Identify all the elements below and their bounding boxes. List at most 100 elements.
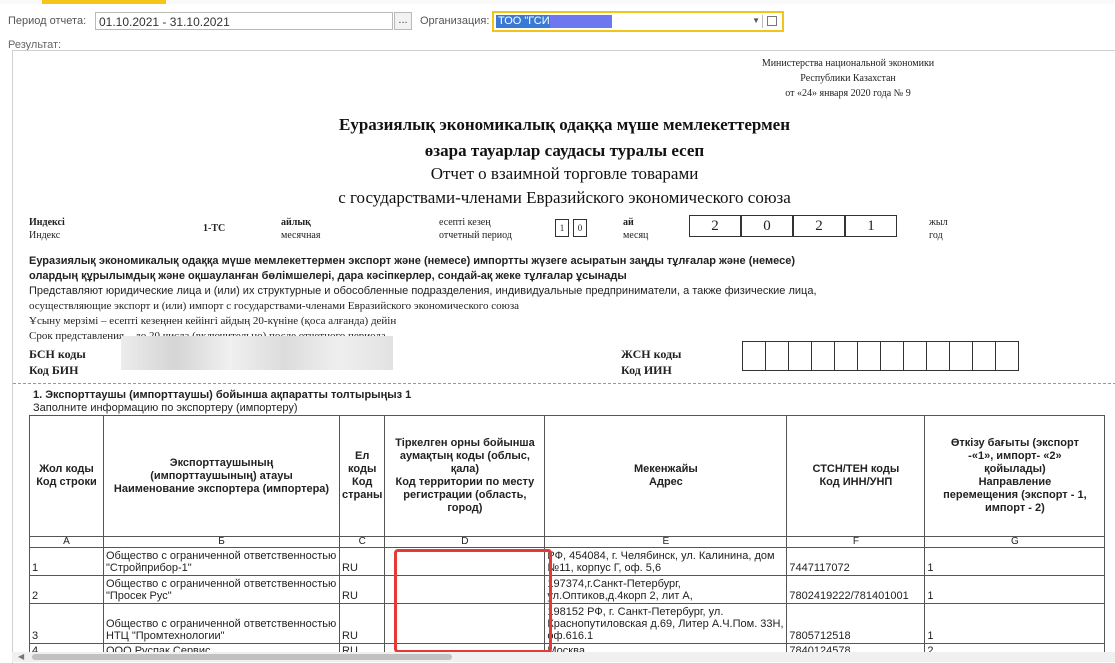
iin-cell: [765, 341, 789, 371]
period-ru: отчетный период: [439, 230, 512, 241]
deadline-kz: Ұсыну мерзімі – есепті кезеңнен кейінгі …: [29, 315, 397, 327]
iin-cell: [926, 341, 950, 371]
cell-line: 198152 РФ, г. Санкт-Петербург, ул.: [547, 606, 724, 618]
cell-line: 197374,г.Санкт-Петербург,: [547, 578, 681, 590]
address[interactable]: РФ, 454084, г. Челябинск, ул. Калинина, …: [544, 547, 788, 576]
inn-code[interactable]: 7447117072: [786, 547, 926, 576]
header-line: город): [447, 502, 483, 514]
organization-field[interactable]: ТОО "ГСИ ▼: [492, 11, 784, 32]
row-code[interactable]: 1: [29, 547, 104, 576]
col-header-address: Мекенжайы Адрес: [544, 415, 788, 537]
country-code[interactable]: RU: [338, 603, 386, 644]
header-line: Код: [352, 476, 373, 488]
year-label: жыл год: [929, 216, 948, 242]
row-code[interactable]: 3: [29, 603, 104, 644]
col-header-name: Экспорттаушының (импорттаушының) атауы Наи…: [103, 415, 340, 537]
table-header-row: Жол коды Код строки Экспорттаушының (импор…: [29, 415, 1106, 537]
header-line: (импорттаушының) атауы: [150, 469, 293, 482]
cell-line: №11, корпус Г, оф. 5,6: [547, 562, 662, 574]
column-letter-row: А Б C D E F G: [29, 536, 1106, 548]
header-line: Код строки: [36, 476, 97, 488]
redacted-block: [550, 15, 612, 28]
country-code[interactable]: RU: [338, 547, 386, 576]
address[interactable]: 197374,г.Санкт-Петербург, ул.Оптиков,д.4к…: [544, 575, 788, 604]
organization-value-text: ТОО "ГСИ: [498, 15, 550, 27]
year-kz: жыл: [929, 217, 948, 228]
index-kz: Индексі: [29, 217, 65, 228]
bin-label: БСН коды Код БИН: [29, 346, 86, 378]
table-row[interactable]: 1 Общество с ограниченной ответственност…: [29, 547, 1106, 576]
col-header-row-code: Жол коды Код строки: [29, 415, 104, 537]
index-value: 1-ТС: [203, 223, 226, 234]
row-code[interactable]: 2: [29, 575, 104, 604]
cell-line: Общество с ограниченной ответственностью: [106, 550, 337, 562]
col-letter: C: [338, 536, 386, 548]
col-letter: Б: [103, 536, 340, 548]
year-ru: год: [929, 230, 943, 241]
chevron-down-icon[interactable]: ▼: [752, 16, 760, 25]
iin-cell: [788, 341, 812, 371]
index-label: Индексі Индекс: [29, 216, 65, 242]
direction[interactable]: 1: [924, 603, 1106, 644]
col-header-territory: Тіркелген орны бойынша аумақтың коды (обл…: [384, 415, 546, 537]
direction[interactable]: 1: [924, 575, 1106, 604]
inn-code[interactable]: 7802419222/781401001: [786, 575, 926, 604]
col-letter: G: [924, 536, 1106, 548]
iin-cell: [857, 341, 881, 371]
address[interactable]: 198152 РФ, г. Санкт-Петербург, ул. Красно…: [544, 603, 788, 644]
organization-label: Организация:: [420, 15, 490, 27]
report-parameters: Период отчета: 01.10.2021 - 31.10.2021 .…: [8, 11, 1108, 32]
desc-ru-2: осуществляющие экспорт и (или) импорт с …: [29, 300, 520, 312]
ministry-line-3: от «24» января 2020 года № 9: [785, 88, 911, 99]
col-header-direction: Өткізу бағыты (экспорт -«1», импорт- «2» қ…: [924, 415, 1106, 537]
period-label: Период отчета:: [8, 15, 87, 27]
iin-cell: [742, 341, 766, 371]
header-line: қала): [450, 463, 480, 475]
title-kz-1: Еуразиялық экономикалық одаққа мүше мемл…: [338, 115, 791, 134]
period-digit-2: 0: [573, 219, 587, 237]
table-row[interactable]: 2 Общество с ограниченной ответственност…: [29, 575, 1106, 604]
top-strip: [0, 0, 1115, 4]
iin-cell: [903, 341, 927, 371]
direction[interactable]: 1: [924, 547, 1106, 576]
period-digit-1: 1: [555, 219, 569, 237]
header-line: перемещения (экспорт - 1,: [943, 489, 1087, 501]
desc-kz-1: Еуразиялық экономикалық одаққа мүше мемл…: [29, 255, 796, 267]
organization-value[interactable]: ТОО "ГСИ: [496, 15, 612, 28]
exporter-name[interactable]: Общество с ограниченной ответственностью…: [103, 575, 340, 604]
month-label: ай месяц: [623, 216, 648, 242]
header-line: Мекенжайы: [634, 463, 698, 475]
header-line: Направление: [978, 476, 1052, 488]
cell-line: Общество с ограниченной ответственностью: [106, 578, 337, 590]
col-letter: D: [384, 536, 546, 548]
section-1-ru: Заполните информацию по экспортеру (импо…: [33, 402, 298, 414]
exporter-name[interactable]: Общество с ограниченной ответственностью…: [103, 603, 340, 644]
inn-code[interactable]: 7805712518: [786, 603, 926, 644]
desc-kz-2: олардың құрылымдық және оқшауланған бөлі…: [29, 270, 627, 282]
header-line: СТСН/ТЕН коды: [812, 463, 900, 475]
header-line: Тіркелген орны бойынша: [395, 437, 535, 449]
iin-kz: ЖСН коды: [621, 347, 682, 361]
ministry-line-2: Республики Казахстан: [800, 73, 896, 84]
iin-cell: [995, 341, 1019, 371]
scrollbar-thumb[interactable]: [32, 654, 452, 660]
scroll-left-icon[interactable]: ◀: [18, 652, 24, 661]
period-select-button[interactable]: ...: [394, 12, 412, 30]
col-letter: А: [29, 536, 104, 548]
highlighted-territory-column: [394, 549, 552, 653]
month-ru: месяц: [623, 230, 649, 241]
header-line: -«1», импорт- «2»: [968, 450, 1062, 462]
horizontal-scrollbar[interactable]: ◀: [12, 652, 1115, 662]
country-code[interactable]: RU: [338, 575, 386, 604]
iin-label: ЖСН коды Код ИИН: [621, 346, 681, 378]
period-input[interactable]: 01.10.2021 - 31.10.2021: [95, 12, 393, 30]
cell-line: Краснопутиловская д.69, Литер А.Ч.Пом. 3…: [547, 618, 784, 630]
open-form-icon[interactable]: [767, 16, 777, 26]
ministry-approval: Министерства национальной экономики Респ…: [703, 56, 993, 101]
bin-kz: БСН коды: [29, 347, 86, 361]
index-ru: Индекс: [29, 230, 61, 241]
table-row[interactable]: 3 Общество с ограниченной ответственност…: [29, 603, 1106, 644]
header-line: Жол коды: [39, 463, 94, 475]
exporter-name[interactable]: Общество с ограниченной ответственностью…: [103, 547, 340, 576]
cell-line: оф.616.1: [547, 630, 594, 642]
